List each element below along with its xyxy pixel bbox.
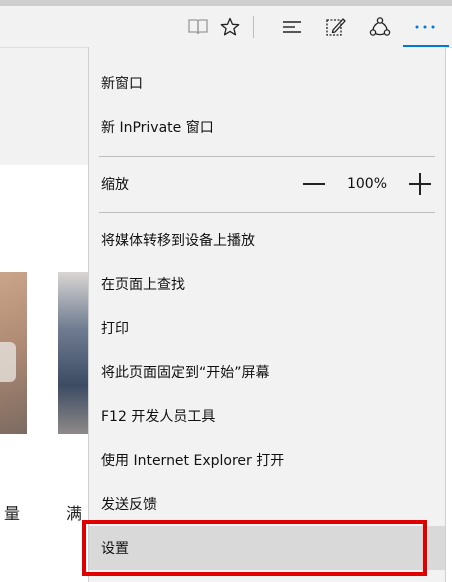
share-icon[interactable]: [362, 6, 398, 47]
menu-item-label: 缩放: [101, 177, 129, 193]
menu-divider: [99, 156, 435, 157]
browser-toolbar: [0, 6, 452, 48]
zoom-in-button[interactable]: [409, 173, 431, 195]
menu-item-label: 打印: [101, 321, 129, 337]
menu-item-label: 发送反馈: [101, 497, 157, 513]
menu-item-developer-tools[interactable]: F12 开发人员工具: [89, 394, 445, 438]
menu-item-label: 新 InPrivate 窗口: [101, 120, 214, 136]
menu-item-label: 在页面上查找: [101, 277, 185, 293]
reading-view-icon[interactable]: [180, 6, 216, 47]
article-caption-fragment[interactable]: 满: [66, 500, 82, 524]
menu-item-zoom: 缩放 100%: [89, 162, 445, 206]
menu-item-new-inprivate-window[interactable]: 新 InPrivate 窗口: [89, 105, 445, 149]
menu-item-label: 使用 Internet Explorer 打开: [101, 453, 285, 469]
article-thumbnail[interactable]: [0, 272, 27, 434]
menu-divider: [99, 212, 435, 213]
zoom-out-button[interactable]: [303, 173, 325, 195]
more-actions-menu: 新窗口 新 InPrivate 窗口 缩放 100% 将媒体转移到设备上播放 在…: [88, 47, 446, 582]
article-caption-fragment[interactable]: 量: [4, 500, 20, 524]
favorite-star-icon[interactable]: [212, 6, 248, 47]
menu-item-open-with-ie[interactable]: 使用 Internet Explorer 打开: [89, 438, 445, 482]
page-header-band: [0, 48, 90, 165]
toolbar-separator: [253, 16, 254, 38]
zoom-level: 100%: [346, 176, 388, 192]
web-note-icon[interactable]: [318, 6, 354, 47]
menu-item-new-window[interactable]: 新窗口: [89, 61, 445, 105]
menu-item-pin-to-start[interactable]: 将此页面固定到“开始”屏幕: [89, 350, 445, 394]
menu-item-cast-media[interactable]: 将媒体转移到设备上播放: [89, 218, 445, 262]
menu-item-label: 将媒体转移到设备上播放: [101, 233, 255, 249]
zoom-control: 100%: [303, 162, 431, 206]
menu-item-label: F12 开发人员工具: [101, 409, 216, 425]
more-icon[interactable]: [407, 6, 443, 47]
article-thumbnail[interactable]: [58, 272, 90, 434]
settings-highlight-box: [82, 520, 427, 576]
menu-item-print[interactable]: 打印: [89, 306, 445, 350]
menu-item-label: 将此页面固定到“开始”屏幕: [101, 365, 270, 381]
menu-item-find-on-page[interactable]: 在页面上查找: [89, 262, 445, 306]
hub-icon[interactable]: [274, 6, 310, 47]
minus-icon: [303, 183, 325, 185]
menu-item-label: 新窗口: [101, 76, 143, 92]
